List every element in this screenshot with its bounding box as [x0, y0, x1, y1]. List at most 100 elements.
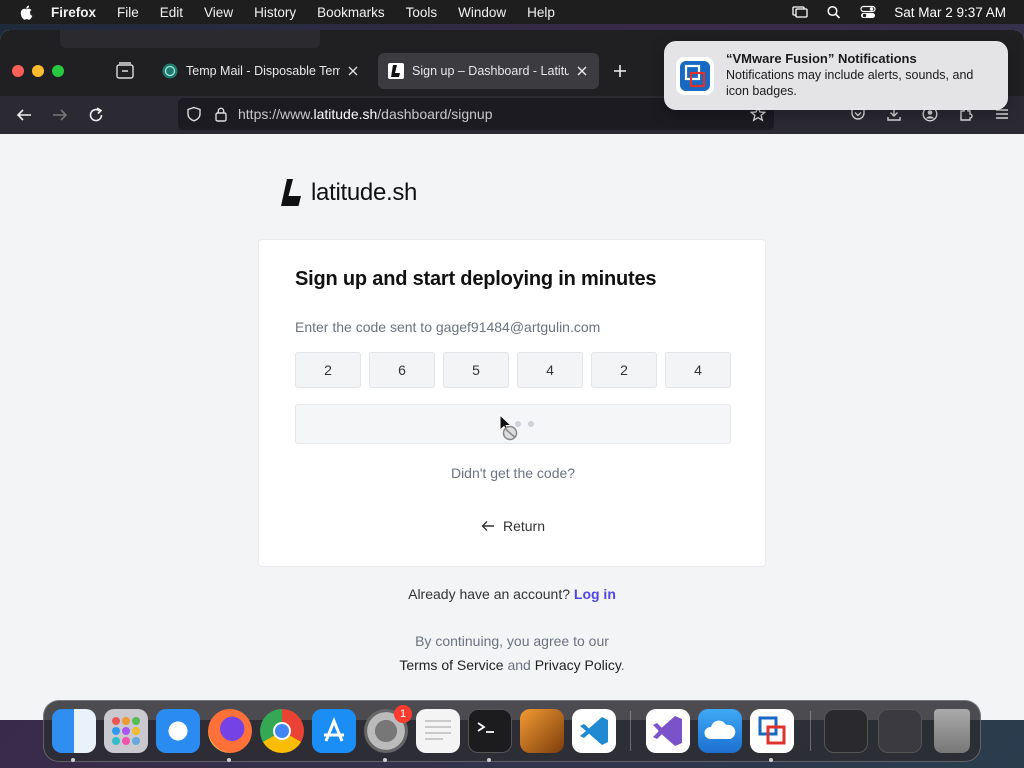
- privacy-policy-link[interactable]: Privacy Policy: [535, 657, 621, 673]
- temp-mail-favicon-icon: [162, 63, 178, 79]
- running-indicator: [769, 758, 773, 762]
- launchpad-icon[interactable]: [104, 709, 148, 753]
- menubar-clock[interactable]: Sat Mar 2 9:37 AM: [894, 5, 1006, 20]
- control-center-icon[interactable]: [860, 5, 876, 19]
- close-window-button[interactable]: [12, 65, 24, 77]
- firefox-view-icon[interactable]: [115, 62, 135, 80]
- dock: 1: [43, 700, 981, 762]
- close-tab-icon[interactable]: [575, 64, 589, 78]
- brand-name: latitude.sh: [311, 179, 418, 206]
- background-window-edge: [60, 30, 320, 48]
- app-store-a-icon: [324, 716, 344, 742]
- already-account-text: Already have an account?: [408, 586, 570, 602]
- tab-title: Temp Mail - Disposable Temporary Email: [186, 64, 340, 78]
- terminal-prompt-icon: [477, 722, 494, 733]
- code-digit-3[interactable]: 5: [443, 352, 509, 388]
- running-indicator: [383, 758, 387, 762]
- back-arrow-icon[interactable]: [15, 106, 33, 124]
- latitude-logo[interactable]: latitude.sh: [281, 179, 417, 207]
- and-text: and: [507, 657, 531, 673]
- tab-temp-mail[interactable]: Temp Mail - Disposable Temporary Email: [152, 53, 370, 89]
- dock-separator: [630, 711, 631, 751]
- return-button[interactable]: Return: [259, 518, 767, 534]
- minimize-window-button[interactable]: [32, 65, 44, 77]
- garageband-icon[interactable]: [520, 709, 564, 753]
- login-link[interactable]: Log in: [574, 586, 616, 602]
- menu-edit[interactable]: Edit: [160, 5, 183, 20]
- code-digit-5[interactable]: 2: [591, 352, 657, 388]
- browser-window: Temp Mail - Disposable Temporary Email S…: [0, 30, 1024, 720]
- menu-view[interactable]: View: [204, 5, 233, 20]
- page-content: latitude.sh Sign up and start deploying …: [0, 134, 1024, 720]
- safari-icon[interactable]: [156, 709, 200, 753]
- documents-stack-icon[interactable]: [824, 709, 868, 753]
- icloud-icon[interactable]: [698, 709, 742, 753]
- visual-studio-logo-icon: [653, 716, 682, 746]
- system-settings-icon[interactable]: 1: [364, 705, 412, 753]
- apple-icon[interactable]: [19, 4, 35, 20]
- vscode-icon[interactable]: [572, 709, 616, 753]
- firefox-icon[interactable]: [208, 709, 252, 753]
- tab-latitude-signup[interactable]: Sign up – Dashboard - Latitude.sh: [378, 53, 599, 89]
- menu-history[interactable]: History: [254, 5, 296, 20]
- app-store-icon[interactable]: [312, 709, 356, 753]
- running-indicator: [71, 758, 75, 762]
- code-digit-2[interactable]: 6: [369, 352, 435, 388]
- new-tab-plus-icon[interactable]: [612, 63, 628, 79]
- arrow-left-icon: [481, 521, 494, 531]
- menu-file[interactable]: File: [117, 5, 139, 20]
- textedit-lines-icon: [425, 720, 451, 740]
- menu-app-firefox[interactable]: Firefox: [51, 5, 96, 20]
- menu-tools[interactable]: Tools: [406, 5, 438, 20]
- menu-bar: Firefox File Edit View History Bookmarks…: [0, 0, 1024, 24]
- vmware-notification[interactable]: “VMware Fusion” Notifications Notificati…: [664, 41, 1008, 110]
- tracking-protection-shield-icon[interactable]: [186, 106, 202, 122]
- notification-title: “VMware Fusion” Notifications: [726, 51, 917, 66]
- url-text[interactable]: https://www.latitude.sh/dashboard/signup: [238, 106, 493, 122]
- code-digit-1[interactable]: 2: [295, 352, 361, 388]
- window-controls: [12, 65, 64, 77]
- menu-help[interactable]: Help: [527, 5, 555, 20]
- reload-icon[interactable]: [87, 106, 105, 124]
- vmware-logo-icon: [758, 716, 786, 745]
- trash-icon[interactable]: [934, 709, 970, 753]
- screen-mirroring-icon[interactable]: [792, 5, 808, 19]
- vscode-logo-icon: [580, 717, 608, 745]
- code-digit-4[interactable]: 4: [517, 352, 583, 388]
- url-prefix: https://www.: [238, 106, 314, 122]
- url-path: /dashboard/signup: [377, 106, 493, 122]
- downloads-stack-icon[interactable]: [878, 709, 922, 753]
- vmware-fusion-icon: [676, 57, 714, 95]
- finder-icon[interactable]: [52, 709, 96, 753]
- latitude-logo-mark-icon: [281, 179, 301, 206]
- tab-title: Sign up – Dashboard - Latitude.sh: [412, 64, 569, 78]
- spotlight-search-icon[interactable]: [826, 5, 842, 19]
- menu-window[interactable]: Window: [458, 5, 506, 20]
- notification-body: Notifications may include alerts, sounds…: [726, 68, 974, 98]
- running-indicator: [227, 758, 231, 762]
- code-digit-6[interactable]: 4: [665, 352, 731, 388]
- chrome-center-icon: [273, 722, 291, 740]
- period-text: .: [620, 657, 625, 673]
- terms-intro: By continuing, you agree to our: [415, 633, 609, 649]
- terminal-icon[interactable]: [468, 709, 512, 753]
- lock-icon[interactable]: [214, 106, 228, 122]
- code-sent-hint: Enter the code sent to gagef91484@artgul…: [295, 319, 601, 335]
- visual-studio-icon[interactable]: [646, 709, 690, 753]
- chrome-icon[interactable]: [260, 709, 304, 753]
- cloud-icon: [704, 720, 736, 739]
- login-prompt: Already have an account? Log in: [0, 586, 1024, 602]
- launchpad-grid-icon: [112, 717, 140, 745]
- notification-text: “VMware Fusion” Notifications Notificati…: [726, 51, 996, 99]
- page-title: Sign up and start deploying in minutes: [295, 268, 657, 290]
- menu-bookmarks[interactable]: Bookmarks: [317, 5, 385, 20]
- resend-code-link[interactable]: Didn't get the code?: [259, 465, 767, 481]
- textedit-icon[interactable]: [416, 709, 460, 753]
- dock-separator: [810, 711, 811, 751]
- zoom-window-button[interactable]: [52, 65, 64, 77]
- url-domain: latitude.sh: [313, 106, 378, 122]
- vmware-fusion-dock-icon[interactable]: [750, 709, 794, 753]
- terms-of-service-link[interactable]: Terms of Service: [399, 657, 503, 673]
- forward-arrow-icon[interactable]: [51, 106, 69, 124]
- close-tab-icon[interactable]: [346, 64, 360, 78]
